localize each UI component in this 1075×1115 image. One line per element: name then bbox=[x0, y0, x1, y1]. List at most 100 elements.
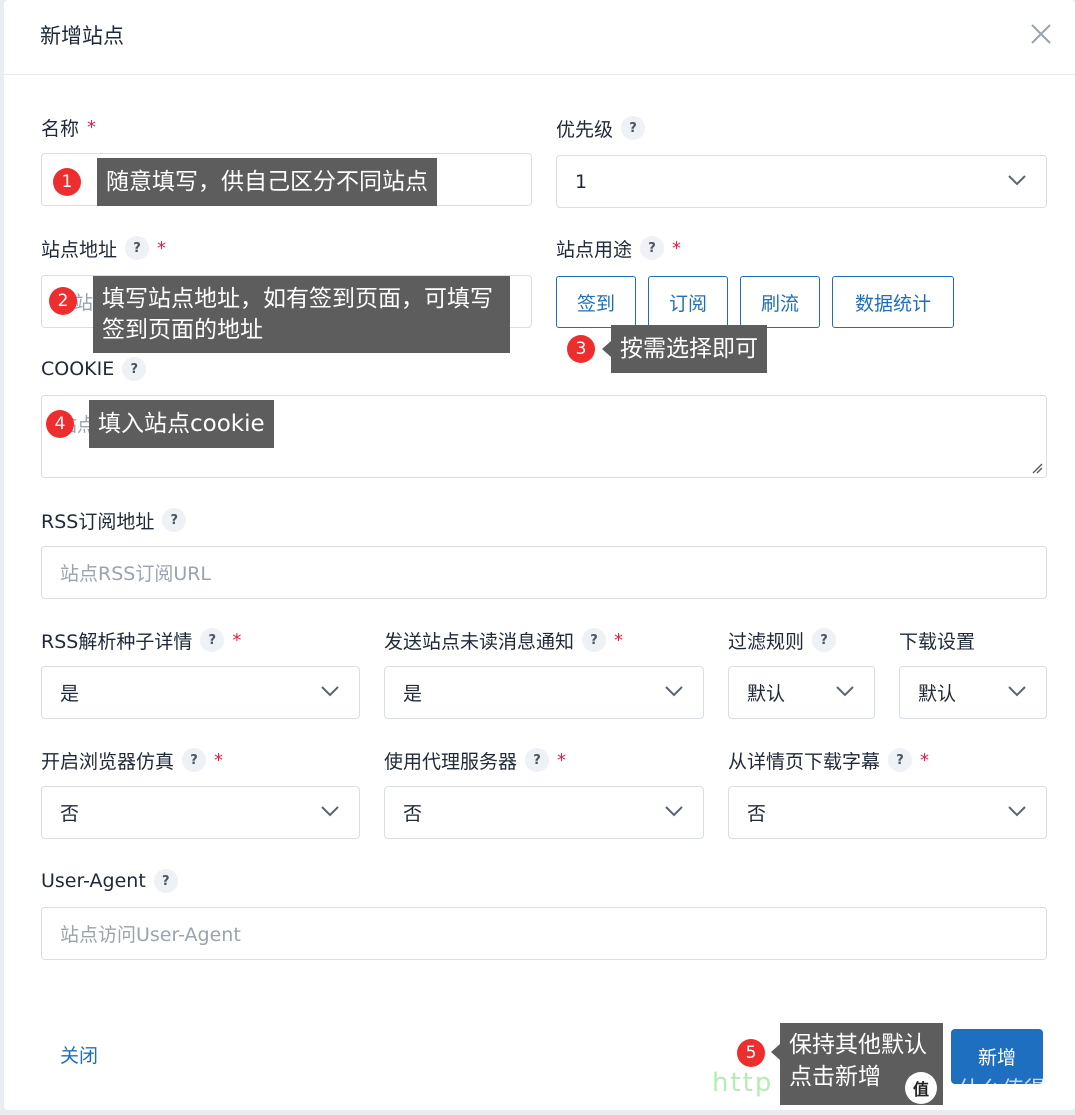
annotation-4-badge: 4 bbox=[46, 410, 74, 438]
annotation-1-badge: 1 bbox=[53, 168, 81, 196]
subtitle-download-select[interactable]: 否 bbox=[728, 786, 1047, 839]
required-mark: * bbox=[920, 749, 930, 771]
close-button[interactable]: 关闭 bbox=[60, 1041, 98, 1068]
cookie-label: COOKIE? bbox=[41, 354, 147, 384]
question-icon[interactable]: ? bbox=[122, 357, 147, 381]
chevron-down-icon bbox=[1008, 175, 1026, 186]
required-mark: * bbox=[672, 237, 682, 259]
annotation-4-tooltip: 填入站点cookie bbox=[89, 400, 274, 448]
annotation-5-line1: 保持其他默认 bbox=[789, 1032, 927, 1058]
download-settings-select[interactable]: 默认 bbox=[899, 666, 1047, 719]
rss-url-input[interactable]: 站点RSS订阅URL bbox=[41, 546, 1047, 599]
chevron-down-icon bbox=[665, 806, 683, 817]
usage-chip-brush[interactable]: 刷流 bbox=[740, 276, 820, 328]
annotation-2-badge: 2 bbox=[49, 287, 77, 315]
required-mark: * bbox=[614, 629, 624, 651]
site-url-label-text: 站点地址 bbox=[41, 238, 118, 261]
question-icon[interactable]: ? bbox=[621, 116, 646, 140]
rss-url-label-text: RSS订阅地址 bbox=[41, 510, 155, 533]
unread-notice-value: 是 bbox=[403, 683, 423, 705]
question-icon[interactable]: ? bbox=[525, 748, 550, 772]
name-label: 名称 * bbox=[41, 112, 96, 142]
annotation-1-tooltip: 随意填写，供自己区分不同站点 bbox=[97, 158, 437, 206]
usage-chip-checkin[interactable]: 签到 bbox=[556, 276, 636, 328]
required-mark: * bbox=[557, 749, 567, 771]
rss-url-label: RSS订阅地址? bbox=[41, 505, 187, 535]
filter-rule-select[interactable]: 默认 bbox=[728, 666, 875, 719]
close-icon[interactable] bbox=[1027, 20, 1055, 48]
question-icon[interactable]: ? bbox=[640, 236, 665, 260]
usage-chip-stats[interactable]: 数据统计 bbox=[832, 276, 954, 328]
browser-emulation-value: 否 bbox=[60, 803, 80, 825]
subtitle-download-value: 否 bbox=[747, 803, 767, 825]
resize-handle-icon[interactable] bbox=[1031, 462, 1043, 474]
chevron-down-icon bbox=[321, 686, 339, 697]
use-proxy-value: 否 bbox=[403, 803, 423, 825]
watermark-url: http bbox=[712, 1068, 774, 1098]
priority-label-text: 优先级 bbox=[556, 118, 614, 141]
question-icon[interactable]: ? bbox=[125, 236, 150, 260]
annotation-3-tooltip: 按需选择即可 bbox=[611, 325, 767, 373]
rss-parse-label: RSS解析种子详情? * bbox=[41, 625, 241, 655]
required-mark: * bbox=[214, 749, 224, 771]
priority-label: 优先级? bbox=[556, 113, 646, 143]
unread-notice-select[interactable]: 是 bbox=[384, 666, 704, 719]
name-label-text: 名称 bbox=[41, 117, 80, 140]
user-agent-input[interactable]: 站点访问User-Agent bbox=[41, 907, 1047, 960]
chevron-down-icon bbox=[1008, 806, 1026, 817]
annotation-2-tooltip: 填写站点地址，如有签到页面，可填写 签到页面的地址 bbox=[93, 276, 510, 353]
required-mark: * bbox=[232, 629, 242, 651]
use-proxy-label: 使用代理服务器? * bbox=[384, 745, 566, 775]
annotation-3-arrow bbox=[602, 341, 611, 357]
use-proxy-label-text: 使用代理服务器 bbox=[384, 750, 518, 773]
filter-rule-label: 过滤规则? bbox=[728, 625, 837, 655]
site-url-label: 站点地址? * bbox=[41, 233, 166, 263]
download-settings-label-text: 下载设置 bbox=[899, 630, 976, 653]
user-agent-placeholder: 站点访问User-Agent bbox=[60, 924, 241, 946]
question-icon[interactable]: ? bbox=[200, 628, 225, 652]
annotation-5-badge: 5 bbox=[737, 1039, 765, 1067]
annotation-2-line2: 签到页面的地址 bbox=[102, 317, 263, 343]
browser-emulation-select[interactable]: 否 bbox=[41, 786, 360, 839]
use-proxy-select[interactable]: 否 bbox=[384, 786, 704, 839]
question-icon[interactable]: ? bbox=[888, 748, 913, 772]
unread-notice-label: 发送站点未读消息通知? * bbox=[384, 625, 623, 655]
subtitle-download-label: 从详情页下载字幕? * bbox=[728, 745, 929, 775]
priority-value: 1 bbox=[575, 170, 588, 193]
cookie-label-text: COOKIE bbox=[41, 358, 115, 380]
chevron-down-icon bbox=[836, 686, 854, 697]
question-icon[interactable]: ? bbox=[182, 748, 207, 772]
filter-rule-label-text: 过滤规则 bbox=[728, 630, 805, 653]
rss-parse-value: 是 bbox=[60, 683, 80, 705]
rss-parse-select[interactable]: 是 bbox=[41, 666, 360, 719]
priority-select[interactable]: 1 bbox=[556, 155, 1047, 208]
dialog-header: 新增站点 bbox=[4, 0, 1075, 75]
usage-chip-subscribe[interactable]: 订阅 bbox=[648, 276, 728, 328]
annotation-3-badge: 3 bbox=[567, 335, 595, 363]
site-usage-label: 站点用途? * bbox=[556, 233, 681, 263]
watermark-logo: 值 bbox=[905, 1072, 937, 1104]
browser-emulation-label-text: 开启浏览器仿真 bbox=[41, 750, 175, 773]
subtitle-download-label-text: 从详情页下载字幕 bbox=[728, 750, 881, 773]
rss-url-placeholder: 站点RSS订阅URL bbox=[60, 563, 212, 585]
browser-emulation-label: 开启浏览器仿真? * bbox=[41, 745, 223, 775]
dialog-title: 新增站点 bbox=[40, 24, 124, 48]
question-icon[interactable]: ? bbox=[582, 628, 607, 652]
chevron-down-icon bbox=[321, 806, 339, 817]
required-mark: * bbox=[87, 116, 97, 138]
rss-parse-label-text: RSS解析种子详情 bbox=[41, 630, 193, 653]
download-settings-value: 默认 bbox=[918, 683, 957, 705]
question-icon[interactable]: ? bbox=[162, 508, 187, 532]
annotation-5-arrow bbox=[771, 1044, 780, 1060]
unread-notice-label-text: 发送站点未读消息通知 bbox=[384, 630, 575, 653]
user-agent-label-text: User-Agent bbox=[41, 870, 146, 892]
annotation-2-line1: 填写站点地址，如有签到页面，可填写 bbox=[102, 286, 493, 312]
question-icon[interactable]: ? bbox=[153, 869, 178, 893]
question-icon[interactable]: ? bbox=[812, 628, 837, 652]
required-mark: * bbox=[157, 237, 167, 259]
watermark-brand: 什么值得买 bbox=[958, 1078, 1069, 1103]
filter-rule-value: 默认 bbox=[747, 683, 786, 705]
site-usage-label-text: 站点用途 bbox=[556, 238, 633, 261]
chevron-down-icon bbox=[1008, 686, 1026, 697]
chevron-down-icon bbox=[665, 686, 683, 697]
